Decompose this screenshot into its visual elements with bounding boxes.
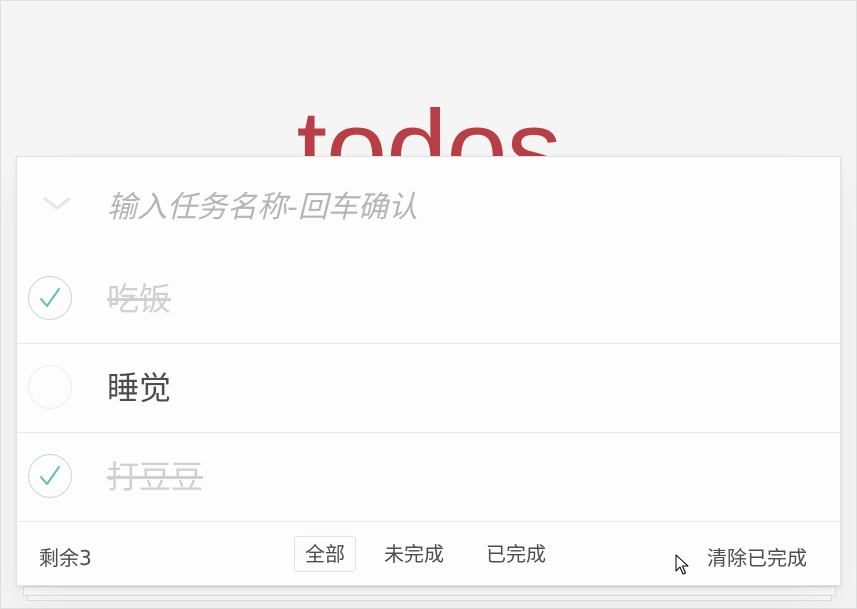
chevron-down-icon[interactable] [39,191,75,215]
mouse-pointer-icon [675,554,691,576]
checkmark-icon [40,466,60,485]
todo-item: 吃饭 [17,256,840,344]
todo-label[interactable]: 打豆豆 [107,455,203,499]
todo-toggle-checkbox[interactable] [28,365,72,409]
new-todo-input[interactable] [107,177,807,237]
todo-item: 打豆豆 [17,434,840,522]
list-paper-stack [23,586,836,596]
filter-completed[interactable]: 已完成 [475,536,557,572]
new-todo-row [17,157,840,256]
filter-all[interactable]: 全部 [294,536,356,572]
checkmark-icon [40,288,60,307]
todo-label[interactable]: 睡觉 [107,366,171,410]
todo-footer: 剩余3 全部 未完成 已完成 清除已完成 [17,522,840,585]
remaining-count: 剩余3 [39,546,92,570]
todo-label[interactable]: 吃饭 [107,277,171,321]
todo-toggle-checkbox[interactable] [28,454,72,498]
todo-item: 睡觉 [17,345,840,433]
clear-completed-button[interactable]: 清除已完成 [707,542,807,571]
filter-active[interactable]: 未完成 [373,536,455,572]
todo-card: 吃饭 睡觉 打豆豆 剩余3 全部 未完成 已完成 清除已完成 [16,156,841,586]
todo-toggle-checkbox[interactable] [28,276,72,320]
